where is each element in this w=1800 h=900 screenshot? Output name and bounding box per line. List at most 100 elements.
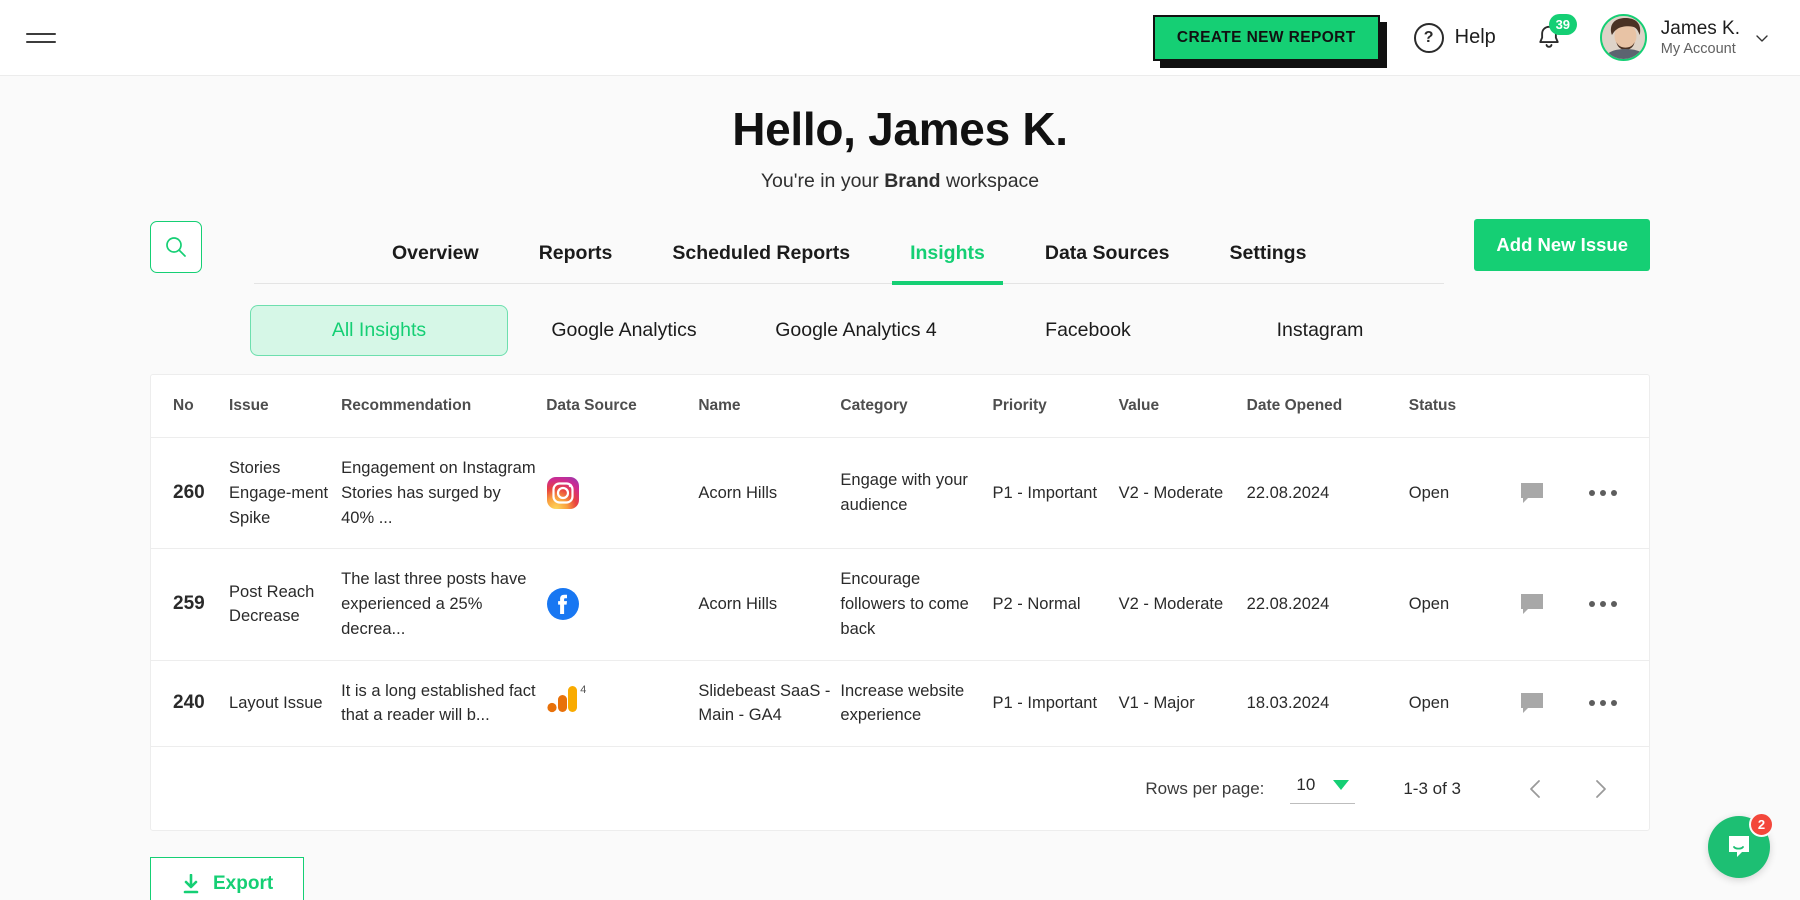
- cell-date-opened: 22.08.2024: [1246, 437, 1409, 550]
- workspace-name: Brand: [884, 170, 941, 192]
- avatar[interactable]: [1599, 14, 1647, 61]
- table-row[interactable]: 240 Layout Issue It is a long establishe…: [151, 660, 1649, 747]
- column-header-issue: Issue: [229, 375, 342, 438]
- insight-source-filter-tabs: All Insights Google Analytics Google Ana…: [0, 305, 1800, 356]
- cell-name: Slidebeast SaaS - Main - GA4: [698, 660, 841, 747]
- comment-icon[interactable]: [1519, 691, 1545, 715]
- hamburger-menu-icon[interactable]: [26, 25, 60, 51]
- nav-tab-list: Overview Reports Scheduled Reports Insig…: [254, 242, 1445, 285]
- top-bar-right-group: CREATE NEW REPORT ? Help 39 James K. My …: [1152, 13, 1770, 68]
- column-header-actions: [1518, 375, 1649, 438]
- tab-reports[interactable]: Reports: [509, 242, 643, 283]
- cell-no: 260: [151, 437, 230, 550]
- subtab-instagram[interactable]: Instagram: [1204, 306, 1436, 355]
- tab-data-sources[interactable]: Data Sources: [1015, 242, 1200, 283]
- column-header-name: Name: [698, 375, 841, 438]
- row-actions-group: [1519, 481, 1639, 505]
- cell-priority: P1 - Important: [992, 660, 1119, 747]
- workspace-subtitle: You're in your Brand workspace: [0, 170, 1800, 193]
- column-header-category: Category: [840, 375, 993, 438]
- table-body: 260 Stories Engage-ment Spike Engagement…: [151, 437, 1649, 747]
- subtab-google-analytics-4[interactable]: Google Analytics 4: [740, 306, 972, 355]
- table-header: No Issue Recommendation Data Source Name…: [151, 375, 1649, 438]
- table-row[interactable]: 260 Stories Engage-ment Spike Engagement…: [151, 437, 1649, 550]
- account-subtitle: My Account: [1660, 41, 1736, 58]
- rows-per-page-select[interactable]: 10: [1290, 773, 1356, 804]
- cell-no: 240: [151, 660, 230, 747]
- next-page-button[interactable]: [1587, 776, 1613, 802]
- avatar-image: [1601, 16, 1645, 59]
- add-new-issue-button[interactable]: Add New Issue: [1474, 219, 1650, 271]
- column-header-date-opened: Date Opened: [1246, 375, 1409, 438]
- notifications-button[interactable]: 39: [1534, 13, 1577, 54]
- cell-status: Open: [1408, 660, 1519, 747]
- cell-name: Acorn Hills: [698, 548, 841, 661]
- help-button[interactable]: ? Help: [1413, 22, 1496, 53]
- comment-icon[interactable]: [1519, 481, 1545, 505]
- comment-icon[interactable]: [1519, 592, 1545, 616]
- cell-recommendation: It is a long established fact that a rea…: [341, 660, 547, 747]
- column-header-no: No: [151, 375, 230, 438]
- cell-actions: [1518, 660, 1649, 747]
- cell-name: Acorn Hills: [698, 437, 841, 550]
- subtab-all-insights[interactable]: All Insights: [250, 305, 508, 356]
- cell-priority: P1 - Important: [992, 437, 1119, 550]
- cell-data-source: [546, 437, 699, 550]
- ga4-version-badge: 4: [580, 684, 587, 697]
- tab-scheduled-reports[interactable]: Scheduled Reports: [642, 242, 880, 283]
- rows-per-page-value: 10: [1296, 775, 1316, 794]
- download-icon: [183, 873, 199, 893]
- cell-no: 259: [151, 548, 230, 661]
- chat-launcher-button[interactable]: 2: [1708, 812, 1774, 878]
- table-row[interactable]: 259 Post Reach Decrease The last three p…: [151, 548, 1649, 661]
- column-header-status: Status: [1408, 375, 1519, 438]
- cell-actions: [1518, 548, 1649, 661]
- export-label: Export: [213, 873, 274, 894]
- insights-table-card: No Issue Recommendation Data Source Name…: [150, 374, 1650, 831]
- google-analytics-4-icon: [547, 686, 578, 713]
- search-icon: [166, 237, 186, 257]
- cell-category: Engage with your audience: [840, 437, 993, 550]
- table-header-row: No Issue Recommendation Data Source Name…: [151, 375, 1649, 438]
- cell-issue: Post Reach Decrease: [229, 548, 342, 661]
- cell-value: V2 - Moderate: [1118, 437, 1247, 550]
- hero-section: Hello, James K. You're in your Brand wor…: [0, 76, 1800, 193]
- cell-issue: Stories Engage-ment Spike: [229, 437, 342, 550]
- chevron-down-icon[interactable]: [1754, 30, 1770, 46]
- cell-data-source: [546, 548, 699, 661]
- create-new-report-wrapper: CREATE NEW REPORT: [1152, 14, 1387, 68]
- account-block[interactable]: James K. My Account: [1661, 17, 1740, 59]
- cell-value: V1 - Major: [1118, 660, 1247, 747]
- previous-page-button[interactable]: [1523, 776, 1549, 802]
- cell-recommendation: The last three posts have experienced a …: [341, 548, 547, 661]
- page-title: Hello, James K.: [732, 103, 1068, 155]
- tab-overview[interactable]: Overview: [362, 242, 509, 283]
- top-bar: CREATE NEW REPORT ? Help 39 James K. My …: [0, 0, 1800, 76]
- cell-date-opened: 18.03.2024: [1246, 660, 1409, 747]
- more-options-icon[interactable]: [1588, 490, 1617, 497]
- instagram-icon: [547, 477, 580, 510]
- tab-insights[interactable]: Insights: [880, 242, 1015, 285]
- search-button[interactable]: [150, 221, 202, 273]
- cell-issue: Layout Issue: [229, 660, 342, 747]
- create-new-report-button[interactable]: CREATE NEW REPORT: [1152, 14, 1380, 61]
- subtab-google-analytics[interactable]: Google Analytics: [508, 306, 740, 355]
- column-header-priority: Priority: [992, 375, 1119, 438]
- account-name: James K.: [1660, 17, 1740, 39]
- rows-per-page-label: Rows per page:: [1145, 778, 1265, 798]
- more-options-icon[interactable]: [1588, 700, 1617, 707]
- cell-status: Open: [1408, 437, 1519, 550]
- export-button[interactable]: Export: [150, 857, 305, 900]
- more-options-icon[interactable]: [1588, 601, 1617, 608]
- tab-settings[interactable]: Settings: [1200, 242, 1337, 283]
- column-header-recommendation: Recommendation: [341, 375, 547, 438]
- subtab-facebook[interactable]: Facebook: [972, 306, 1204, 355]
- cell-priority: P2 - Normal: [992, 548, 1119, 661]
- pagination-bar: Rows per page: 10 1-3 of 3: [151, 747, 1649, 830]
- column-header-value: Value: [1118, 375, 1247, 438]
- row-actions-group: [1519, 592, 1639, 616]
- notification-count-badge: 39: [1548, 13, 1577, 35]
- chat-bubble-icon: [1729, 836, 1749, 857]
- cell-category: Encourage followers to come back: [840, 548, 993, 661]
- workspace-subtitle-prefix: You're in your: [760, 170, 885, 192]
